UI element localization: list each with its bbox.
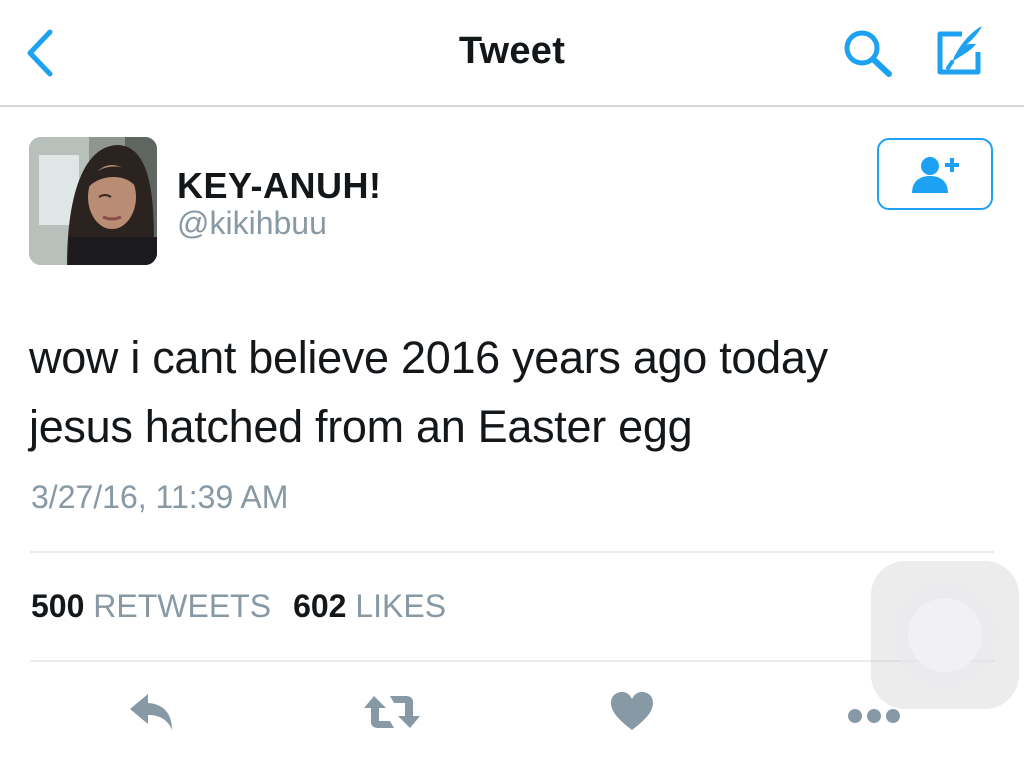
search-button[interactable] bbox=[840, 26, 896, 82]
follow-button[interactable] bbox=[877, 138, 993, 210]
add-user-icon bbox=[912, 157, 959, 193]
likes-count: 602 bbox=[293, 588, 347, 624]
tweet-text-line: wow i cant believe 2016 years ago today bbox=[29, 332, 828, 383]
retweets-stat[interactable]: 500 RETWEETS bbox=[31, 588, 271, 624]
divider bbox=[30, 551, 994, 553]
retweets-label: RETWEETS bbox=[93, 588, 272, 624]
compose-icon bbox=[937, 26, 982, 75]
tweet-stats: 500 RETWEETS 602 LIKES bbox=[31, 588, 446, 625]
search-icon bbox=[844, 30, 892, 77]
divider bbox=[30, 660, 994, 662]
tweet-text: wow i cant believe 2016 years ago today … bbox=[29, 323, 989, 461]
likes-stat[interactable]: 602 LIKES bbox=[293, 588, 446, 624]
reply-button[interactable] bbox=[128, 690, 178, 739]
more-icon bbox=[848, 709, 900, 723]
author-display-name[interactable]: KEY-ANUH! bbox=[177, 165, 382, 207]
retweet-icon bbox=[364, 696, 420, 728]
assistive-touch-core bbox=[908, 598, 982, 672]
nav-bar: Tweet bbox=[0, 0, 1024, 107]
likes-label: LIKES bbox=[355, 588, 447, 624]
avatar[interactable] bbox=[29, 137, 157, 265]
compose-button[interactable] bbox=[930, 22, 990, 82]
tweet-timestamp: 3/27/16, 11:39 AM bbox=[31, 479, 289, 515]
retweet-button[interactable] bbox=[362, 690, 422, 739]
tweet-text-line: jesus hatched from an Easter egg bbox=[29, 401, 693, 452]
more-button[interactable] bbox=[846, 706, 902, 731]
heart-icon bbox=[611, 692, 653, 730]
profile-photo bbox=[29, 137, 157, 265]
author-handle[interactable]: @kikihbuu bbox=[177, 205, 327, 242]
retweets-count: 500 bbox=[31, 588, 85, 624]
like-button[interactable] bbox=[609, 690, 655, 737]
reply-icon bbox=[130, 694, 172, 730]
assistive-touch-button[interactable] bbox=[871, 561, 1019, 709]
